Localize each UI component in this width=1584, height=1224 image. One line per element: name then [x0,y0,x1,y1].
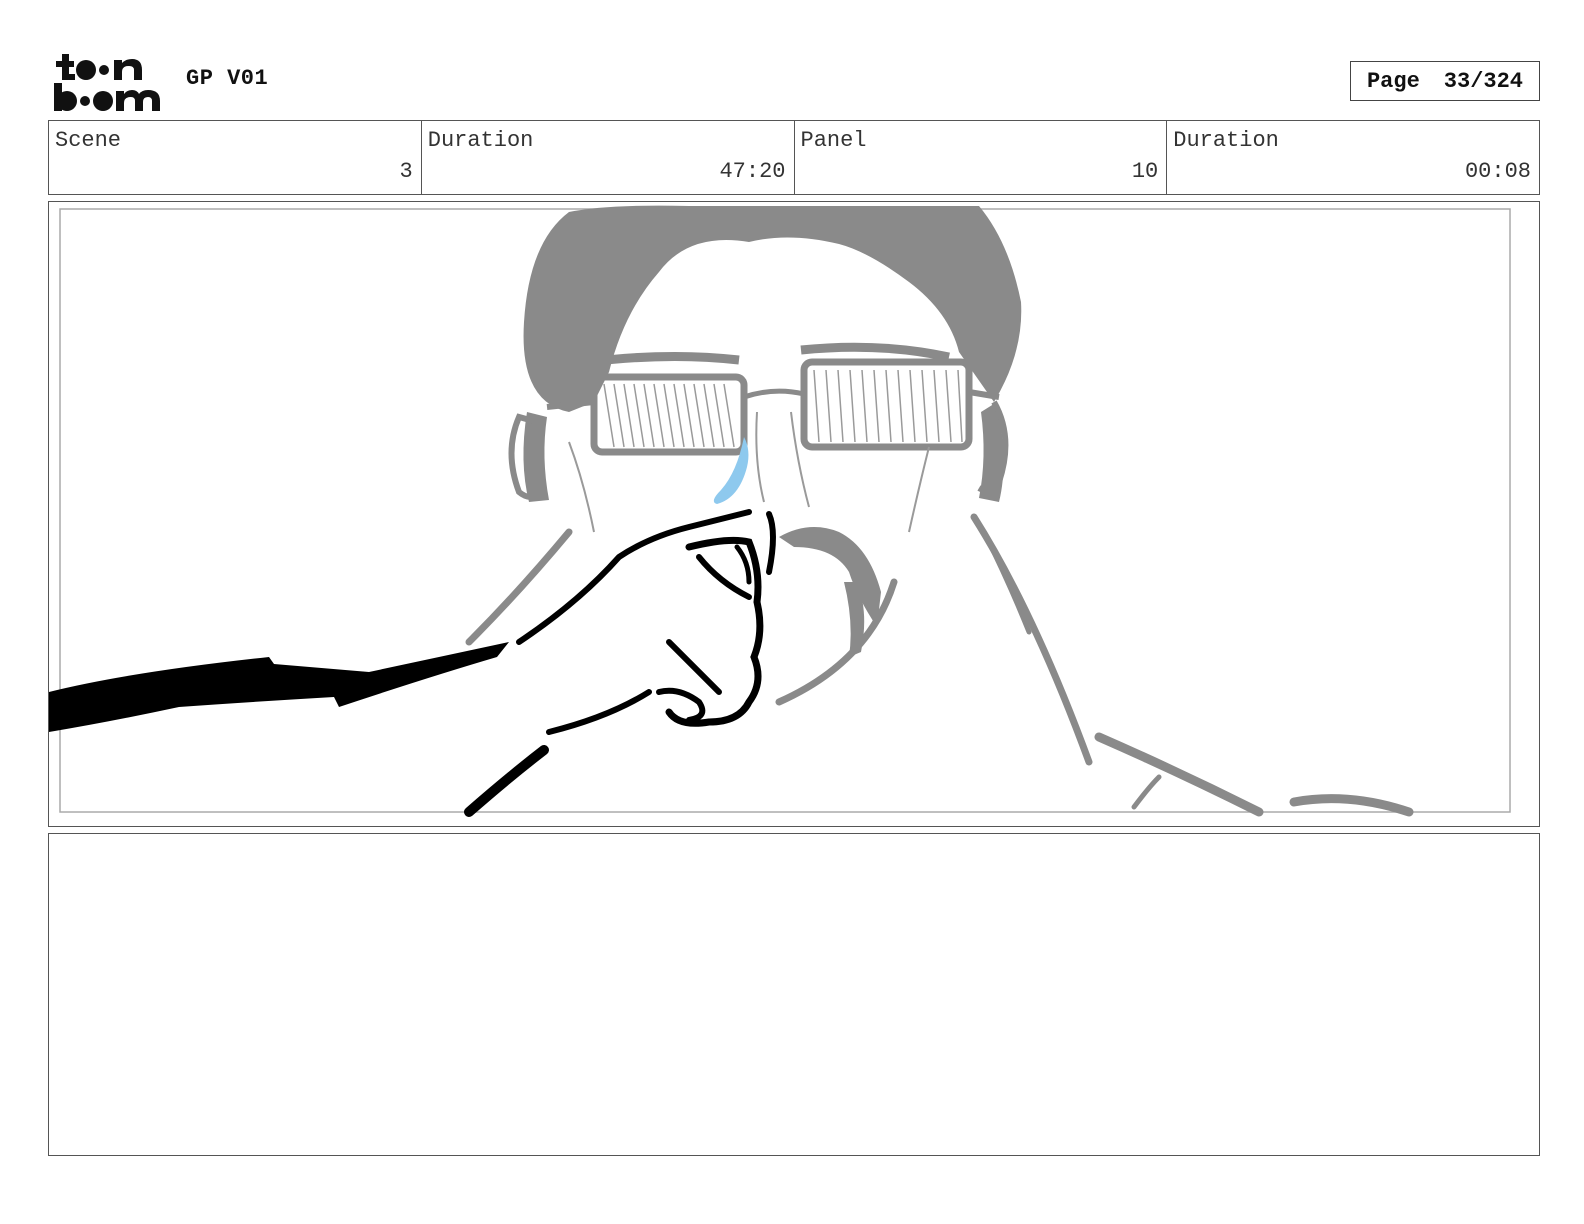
fist-sketch [464,509,776,817]
panel-duration-label: Duration [1173,128,1279,153]
scene-value: 3 [399,159,413,184]
body-sketch [465,513,1414,817]
page-number: 33/324 [1443,68,1524,94]
scene-cell: Scene 3 [49,121,422,194]
safe-frame [59,208,1511,813]
storyboard-panel [48,201,1540,827]
scene-info-row: Scene 3 Duration 47:20 Panel 10 Duration… [48,120,1540,195]
scene-duration-value: 47:20 [719,159,786,184]
glasses-sketch [546,342,1000,456]
tear-drop [713,437,749,504]
scene-label: Scene [55,128,122,153]
panel-sketch [49,205,1511,817]
project-title: GP V01 [186,66,269,91]
panel-duration-cell: Duration 00:08 [1167,121,1539,194]
panel-cell: Panel 10 [795,121,1168,194]
scene-duration-label: Duration [427,128,534,153]
hand-sketch [49,642,509,732]
scene-duration-cell: Duration 47:20 [422,121,795,194]
page-label: Page [1366,68,1420,94]
panel-label: Panel [800,128,867,153]
page-indicator: Page 33/324 [1350,61,1540,101]
toon-boom-logo [52,50,164,112]
lens-hatching [603,369,963,448]
panel-value: 10 [1131,159,1159,184]
panel-duration-value: 00:08 [1464,159,1531,184]
panel-notes-box[interactable] [48,833,1540,1156]
